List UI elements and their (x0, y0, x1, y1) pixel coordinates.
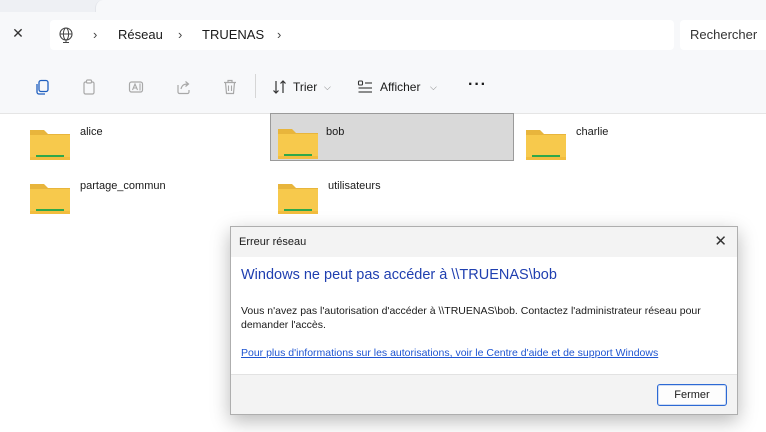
breadcrumb-network[interactable]: Réseau (118, 27, 163, 43)
view-icon[interactable] (357, 79, 373, 95)
chevron-down-icon[interactable]: ⌵ (430, 79, 437, 95)
delete-icon[interactable] (222, 79, 238, 95)
command-bar: Trier ⌵ Afficher ⌵ ··· (0, 58, 766, 114)
network-error-dialog: Erreur réseau ✕ Windows ne peut pas accé… (230, 226, 738, 415)
search-placeholder: Rechercher (690, 27, 758, 42)
folder-item[interactable]: charlie (518, 118, 762, 166)
new-icon[interactable] (34, 79, 50, 95)
address-row: ✕ › Réseau › TRUENAS › Rechercher (0, 12, 766, 58)
folder-name: charlie (576, 126, 609, 138)
tab-strip (0, 0, 766, 12)
folder-item[interactable]: utilisateurs (270, 172, 514, 220)
rename-icon[interactable] (128, 79, 144, 95)
close-button[interactable]: Fermer (657, 384, 727, 406)
active-tab-edge (95, 0, 766, 12)
share-icon[interactable] (175, 79, 191, 95)
folder-name: alice (80, 126, 103, 138)
folder-icon (278, 129, 318, 159)
folder-item[interactable]: alice (22, 118, 266, 166)
sort-button[interactable]: Trier (293, 79, 317, 95)
view-button[interactable]: Afficher (380, 79, 420, 95)
help-link[interactable]: Pour plus d'informations sur les autoris… (241, 347, 658, 359)
dialog-footer: Fermer (231, 374, 737, 414)
folder-item[interactable]: partage_commun (22, 172, 266, 220)
dialog-message: Vous n'avez pas l'autorisation d'accéder… (241, 305, 701, 331)
chevron-right-icon[interactable]: › (93, 27, 97, 43)
toolbar-separator (255, 74, 256, 98)
folder-item-selected[interactable]: bob (270, 113, 514, 161)
dialog-title: Erreur réseau (239, 236, 307, 248)
folder-icon (526, 130, 566, 160)
chevron-down-icon[interactable]: ⌵ (324, 79, 331, 95)
chevron-right-icon[interactable]: › (277, 27, 281, 43)
sort-icon[interactable] (272, 79, 288, 95)
search-input[interactable]: Rechercher (680, 20, 766, 50)
folder-icon (30, 184, 70, 214)
copy-icon[interactable] (81, 79, 97, 95)
dialog-titlebar: Erreur réseau ✕ (231, 227, 737, 257)
more-options-button[interactable]: ··· (468, 76, 487, 94)
dialog-heading: Windows ne peut pas accéder à \\TRUENAS\… (241, 267, 557, 283)
folder-icon (30, 130, 70, 160)
folder-icon (278, 184, 318, 214)
breadcrumb-truenas[interactable]: TRUENAS (202, 27, 264, 43)
network-globe-icon (59, 27, 73, 43)
folder-name: utilisateurs (328, 180, 381, 192)
close-icon[interactable]: ✕ (10, 23, 26, 43)
close-icon[interactable]: ✕ (714, 232, 727, 252)
folder-name: partage_commun (80, 180, 166, 192)
chevron-right-icon[interactable]: › (178, 27, 182, 43)
folder-name: bob (326, 126, 345, 138)
